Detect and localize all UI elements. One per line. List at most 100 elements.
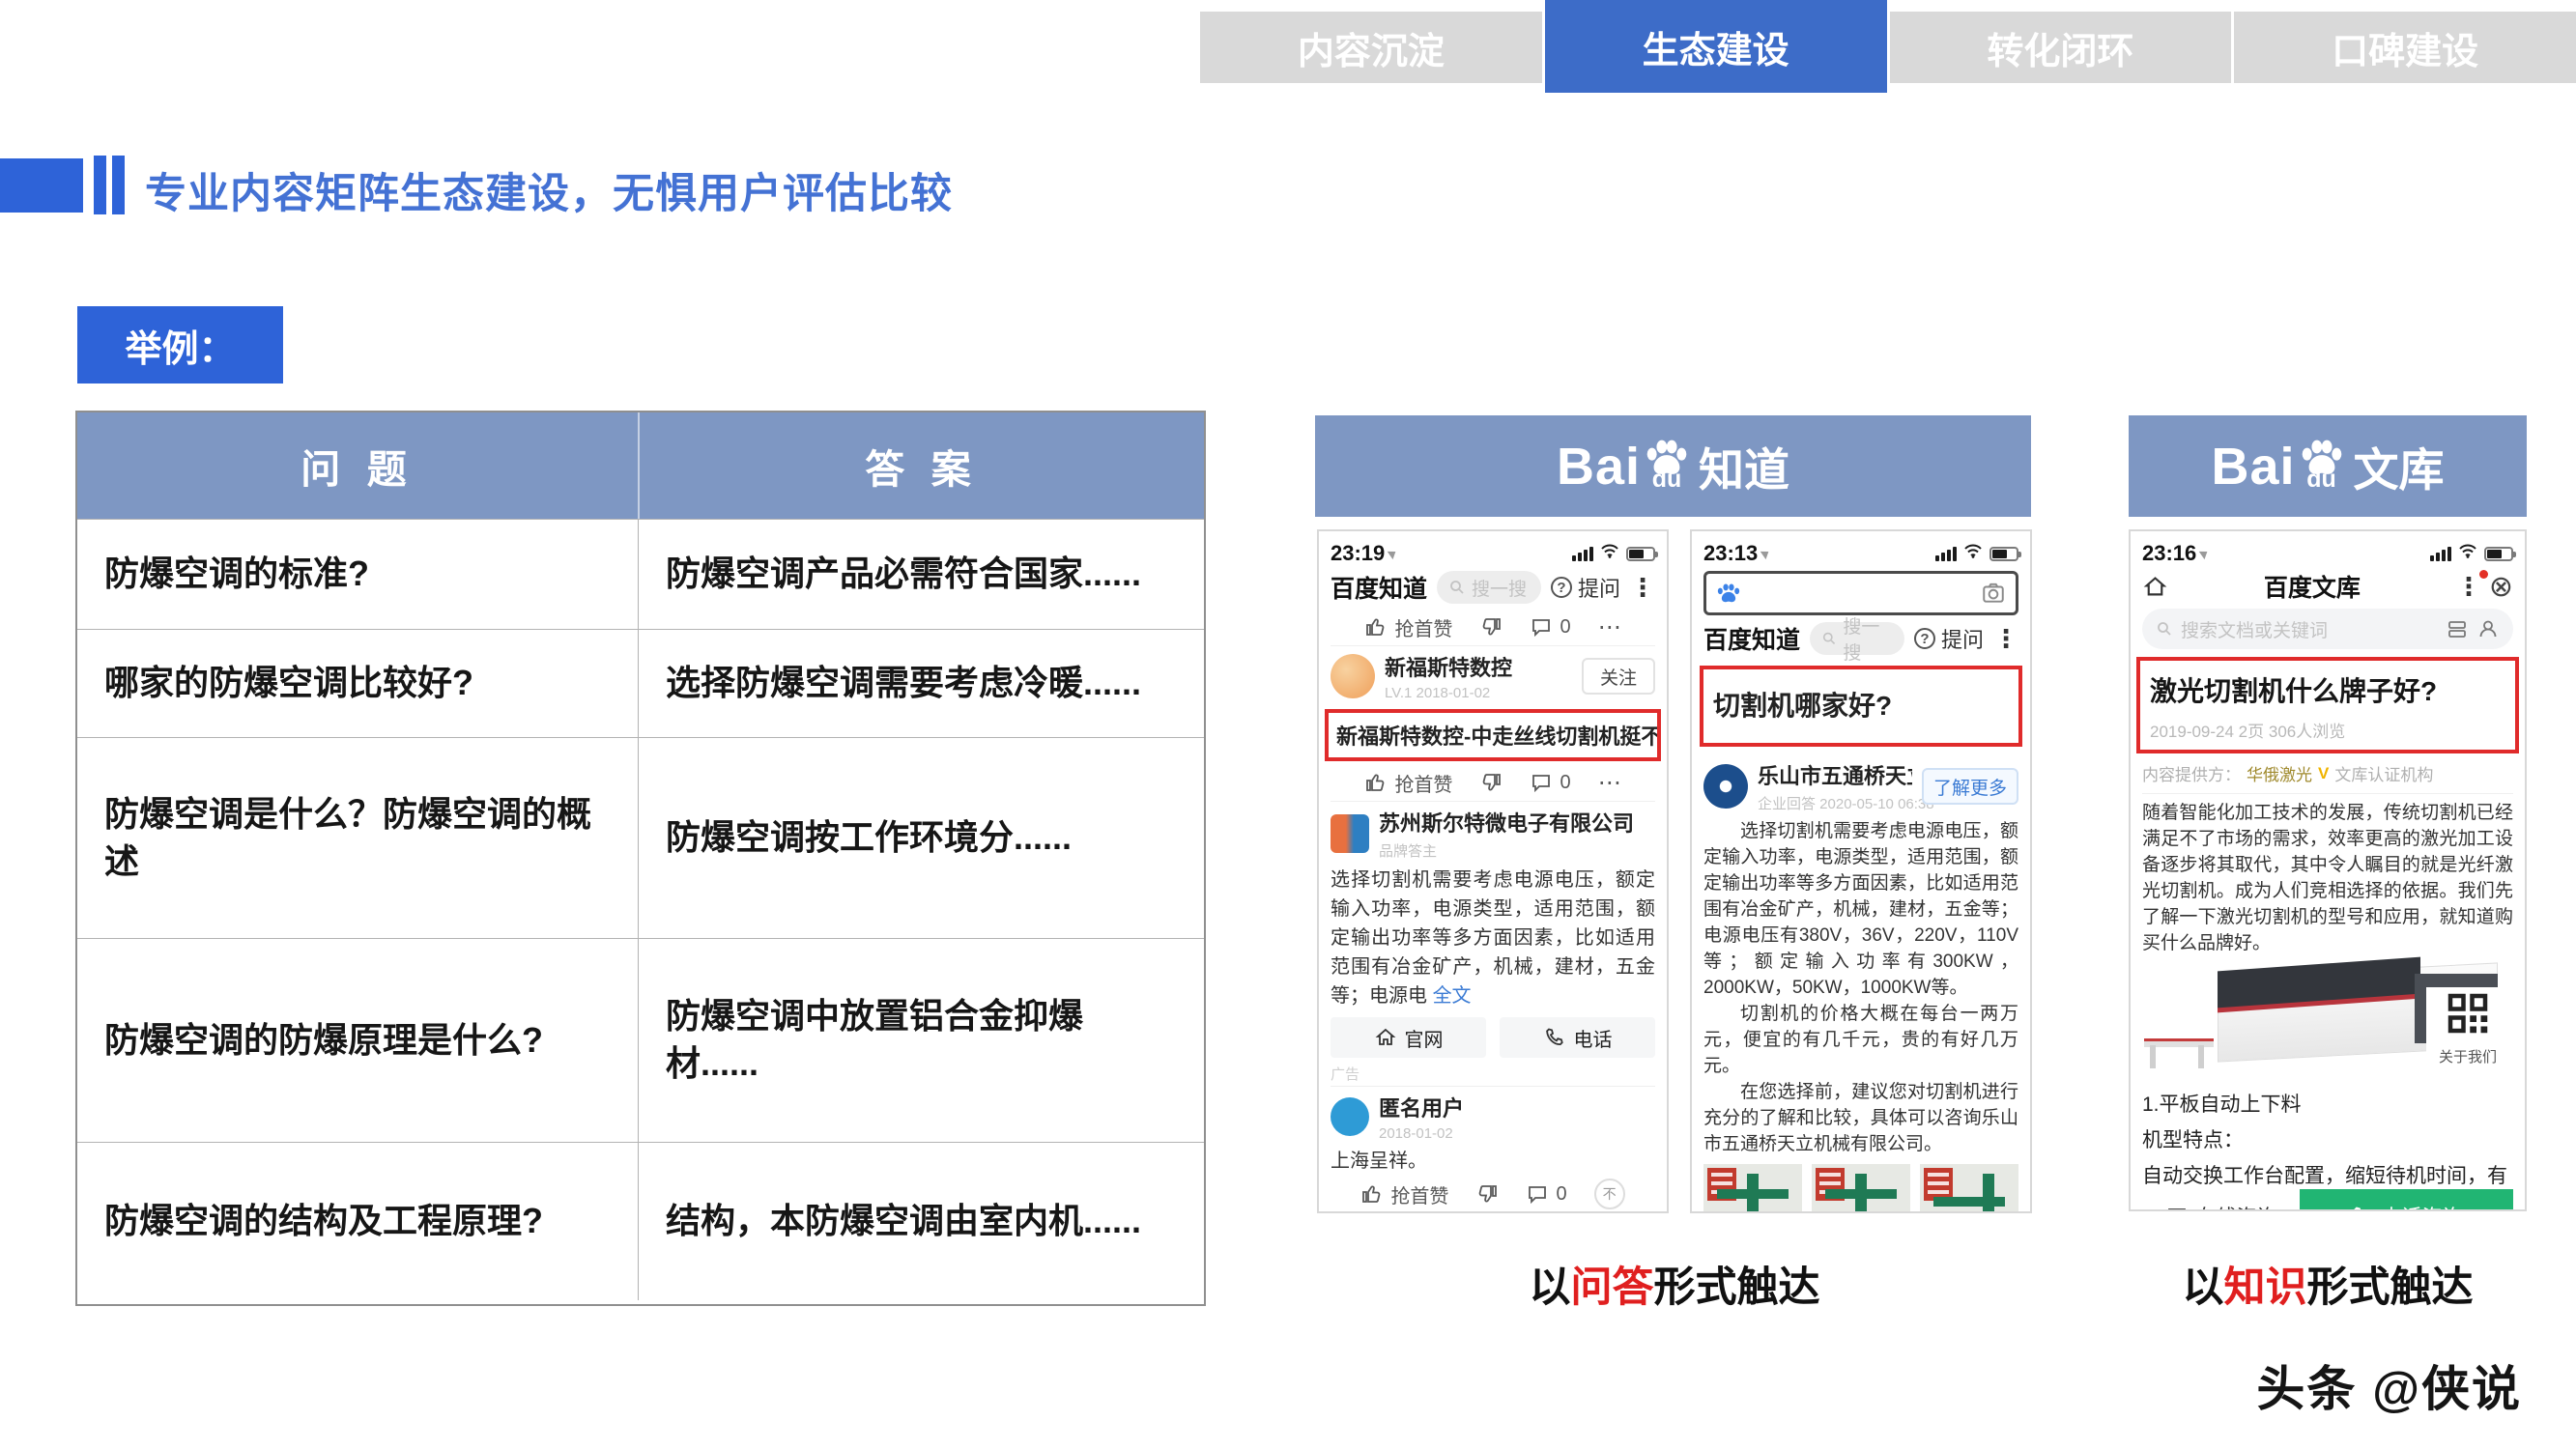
qa-header-question: 问 题 — [77, 412, 638, 519]
question-icon — [1913, 628, 1935, 649]
baidu-logo-text: Bai — [2211, 437, 2296, 496]
qa-question-cell: 哪家的防爆空调比较好? — [77, 629, 638, 737]
ask-question-button[interactable]: 提问 — [1913, 623, 1984, 654]
user-icon[interactable] — [2476, 617, 2500, 640]
title-accent-bar — [94, 156, 106, 214]
browser-address-bar[interactable] — [1703, 571, 2018, 615]
phone-consult-button[interactable]: 电话咨询 — [2300, 1189, 2513, 1209]
search-placeholder: 搜一搜 — [1472, 579, 1528, 600]
baidu-paw-icon: du — [2300, 439, 2344, 494]
tab-reputation-building[interactable]: 口碑建设 — [2234, 12, 2576, 83]
cell-text: 结构，本防爆空调由室内机...... — [666, 1201, 1142, 1241]
cell-text: 防爆空调中放置铝合金抑爆材...... — [666, 996, 1084, 1083]
comment-button[interactable]: 0 — [1530, 771, 1571, 794]
tab-content-deposit[interactable]: 内容沉淀 — [1200, 12, 1542, 83]
location-arrow-icon — [1388, 547, 1399, 560]
more-menu-icon[interactable] — [1993, 624, 2018, 654]
user-meta: LV.1 2018-01-02 — [1385, 685, 1491, 701]
title-accent-bar — [112, 156, 125, 214]
tab-ecosystem-building[interactable]: 生态建设 — [1544, 0, 1887, 93]
online-consult-button[interactable]: 在线咨询 — [2142, 1189, 2300, 1209]
phone-wenku-doc: 23:16 百度文库 搜索文档或关键词 激光切割机什么牌子好? 2019-09-… — [2129, 529, 2527, 1211]
about-us-qr[interactable]: 关于我们 — [2426, 987, 2509, 1066]
status-icons — [1935, 544, 2021, 563]
status-icons — [1572, 544, 1658, 563]
provider-label: 内容提供方： — [2142, 766, 2241, 784]
doc-search-input[interactable]: 搜索文档或关键词 — [2142, 609, 2513, 649]
user-card: 新福斯特数控 LV.1 2018-01-02 关注 — [1331, 651, 1655, 701]
status-bar: 23:19 — [1331, 541, 1658, 566]
dislike-button[interactable] — [1479, 771, 1503, 794]
cell-text: 哪家的防爆空调比较好? — [104, 663, 473, 703]
answer-body: 选择切割机需要考虑电源电压，额定输入功率，电源类型，适用范围，额定输出功率等多方… — [1331, 869, 1655, 1007]
tab-conversion-loop[interactable]: 转化闭环 — [1889, 12, 2232, 83]
cell-text: 防爆空调的标准? — [104, 554, 369, 594]
phone-call-button[interactable]: 电话 — [1500, 1017, 1655, 1058]
like-button[interactable]: 抢首赞 — [1360, 1180, 1448, 1208]
qa-answer-cell: 选择防爆空调需要考虑冷暖...... — [638, 629, 1204, 737]
wenku-nav-bar: 百度文库 — [2142, 566, 2513, 607]
doc-title: 激光切割机什么牌子好? — [2150, 676, 2438, 706]
comment-button[interactable]: 0 — [1526, 1182, 1567, 1206]
battery-icon — [2484, 546, 2516, 561]
app-name: 百度文库 — [2263, 575, 2361, 602]
highlighted-doc-card[interactable]: 激光切割机什么牌子好? 2019-09-24 2页 306人浏览 — [2136, 657, 2519, 753]
ad-label: 广告 — [1331, 1066, 1360, 1083]
full-text-link[interactable]: 全文 — [1433, 985, 1472, 1007]
more-menu-icon[interactable] — [1630, 573, 1655, 603]
ask-question-button[interactable]: 提问 — [1550, 572, 1620, 603]
notification-dot — [2478, 569, 2488, 579]
search-input[interactable]: 搜一搜 — [1810, 617, 1904, 664]
camera-icon[interactable] — [1981, 581, 2006, 606]
baidu-paw-icon — [1717, 583, 1740, 603]
cell-text: 防爆空调产品必需符合国家...... — [666, 554, 1142, 594]
answerer-name: 乐山市五通桥天立机械有... — [1758, 764, 1912, 788]
cell-text: 防爆空调的防爆原理是什么? — [104, 1019, 543, 1060]
like-button[interactable]: 抢首赞 — [1364, 769, 1452, 797]
machine-photo-thumbnail[interactable] — [1703, 1164, 1802, 1211]
app-name: 百度知道 — [1703, 627, 1801, 654]
reader-mode-icon[interactable] — [2446, 617, 2469, 640]
official-site-button[interactable]: 官网 — [1331, 1017, 1486, 1058]
more-actions-icon[interactable] — [1598, 769, 1621, 797]
learn-more-button[interactable]: 了解更多 — [1922, 768, 2018, 805]
status-time: 23:16 — [2142, 541, 2211, 566]
more-menu-icon[interactable] — [2456, 569, 2488, 602]
signal-icon — [2430, 546, 2451, 561]
location-arrow-icon — [2199, 547, 2211, 560]
qa-question-cell: 防爆空调是什么？防爆空调的概述 — [77, 737, 638, 938]
not-interested-icon[interactable] — [1593, 1179, 1625, 1209]
consult-buttons: 在线咨询 电话咨询 — [2142, 1189, 2513, 1209]
user-name: 新福斯特数控 — [1385, 656, 1513, 680]
dislike-button[interactable] — [1479, 615, 1503, 639]
baidu-du-text: du — [1651, 466, 1682, 493]
action-row: 抢首赞 0 — [1331, 764, 1655, 801]
comment-button[interactable]: 0 — [1530, 615, 1571, 639]
highlighted-question[interactable]: 切割机哪家好? — [1700, 666, 2022, 747]
more-actions-icon[interactable] — [1598, 613, 1621, 641]
cell-text: 防爆空调的结构及工程原理? — [104, 1201, 543, 1241]
top-tab-bar: 内容沉淀 生态建设 转化闭环 口碑建设 — [1200, 0, 2576, 93]
machine-photo-thumbnail[interactable] — [1812, 1164, 1910, 1211]
provider-name[interactable]: 华俄激光 — [2247, 761, 2312, 785]
qa-question-cell: 防爆空调的结构及工程原理? — [77, 1142, 638, 1300]
answer-paragraph: 切割机的价格大概在每台一两万元，便宜的有几千元，贵的有好几万元。 — [1703, 1004, 2018, 1076]
home-icon[interactable] — [2142, 574, 2168, 600]
dislike-button[interactable] — [1475, 1182, 1499, 1206]
qa-answer-cell: 防爆空调产品必需符合国家...... — [638, 519, 1204, 629]
action-row: 抢首赞 0 — [1331, 1176, 1655, 1211]
status-icons — [2430, 544, 2516, 563]
machine-photo-thumbnail[interactable] — [1920, 1164, 2018, 1211]
baidu-wenku-banner: Bai du 文库 — [2129, 415, 2527, 517]
company-name: 苏州斯尔特微电子有限公司 — [1379, 811, 1635, 836]
like-button[interactable]: 抢首赞 — [1364, 613, 1452, 641]
follow-button[interactable]: 关注 — [1582, 658, 1655, 695]
search-input[interactable]: 搜一搜 — [1437, 571, 1541, 604]
baidu-paw-icon: du — [1645, 439, 1689, 494]
close-icon[interactable] — [2489, 570, 2513, 604]
highlighted-answer[interactable]: 新福斯特数控-中走丝线切割机挺不错的 — [1325, 709, 1661, 761]
answer-paragraph: 选择切割机需要考虑电源电压，额定输入功率，电源类型，适用范围，额定输出功率等多方… — [1703, 821, 2018, 998]
phone-zhidao-question: 23:13 百度知道 搜一搜 提问 切割机哪家好? 乐山市五通桥 — [1690, 529, 2032, 1213]
qr-code-icon — [2447, 993, 2488, 1034]
wenku-caption: 以知识形式触达 — [2182, 1264, 2474, 1311]
